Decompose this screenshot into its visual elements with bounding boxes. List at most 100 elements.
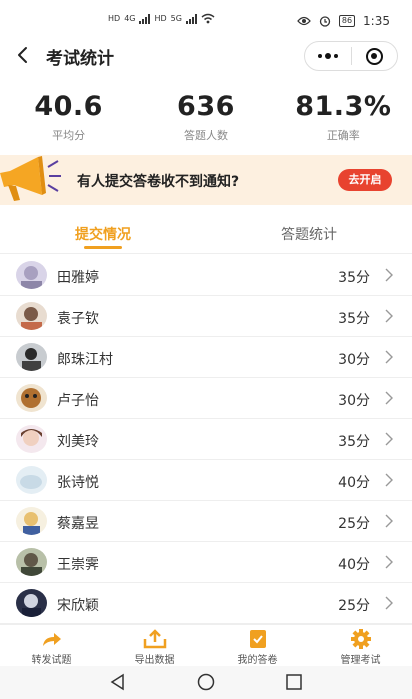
mini-program-capsule: [304, 41, 398, 71]
stat-respondents: 636 答题人数: [137, 90, 274, 146]
list-item[interactable]: 卢子怡 30分: [0, 378, 412, 419]
tab-answer-stats[interactable]: 答题统计: [206, 214, 412, 253]
more-menu-button[interactable]: [305, 53, 351, 59]
avatar: [16, 466, 47, 494]
net2-label: 5G: [170, 14, 182, 23]
recent-apps-square-icon[interactable]: [284, 672, 304, 692]
student-name: 刘美玲: [57, 434, 99, 450]
chevron-right-icon: [385, 391, 393, 405]
avatar: [16, 589, 47, 617]
tab-submissions[interactable]: 提交情况: [0, 214, 206, 253]
close-mini-program-button[interactable]: [352, 47, 398, 65]
stats-summary: 40.6 平均分 636 答题人数 81.3% 正确率: [0, 90, 412, 146]
chevron-right-icon: [385, 596, 393, 610]
gear-icon: [350, 629, 371, 649]
student-name: 张诗悦: [57, 475, 99, 491]
megaphone-icon: [0, 156, 61, 201]
stat-value: 40.6: [34, 91, 103, 122]
toolbar-label: 转发试题: [31, 655, 72, 666]
sim2-label: HD: [154, 14, 167, 23]
manage-exam-button[interactable]: 管理考试: [309, 625, 412, 666]
export-icon: [143, 629, 166, 649]
student-score: 30分: [338, 393, 370, 409]
student-score: 25分: [338, 516, 370, 532]
student-score: 35分: [338, 311, 370, 327]
clock: 1:35: [363, 14, 390, 28]
list-item[interactable]: 蔡嘉昱 25分: [0, 501, 412, 542]
system-navigation-bar: [0, 666, 412, 699]
stat-value: 81.3%: [295, 91, 392, 122]
student-score: 35分: [338, 270, 370, 286]
student-name: 卢子怡: [57, 393, 99, 409]
student-score: 40分: [338, 475, 370, 491]
student-name: 宋欣颖: [57, 598, 99, 614]
toolbar-label: 我的答卷: [237, 655, 278, 666]
back-triangle-icon[interactable]: [108, 672, 128, 692]
submission-list: 田雅婷 35分 袁子钦 35分 郎珠江村 30分 卢子怡 30分 刘美玲 35分…: [0, 255, 412, 624]
net1-label: 4G: [124, 14, 136, 23]
status-right: 86 1:35: [297, 14, 390, 28]
avatar: [16, 343, 47, 371]
share-arrow-icon: [42, 633, 61, 646]
chevron-right-icon: [385, 268, 393, 282]
stat-label: 平均分: [52, 129, 86, 142]
status-bar: HD 4G HD 5G 86 1:35: [0, 0, 412, 40]
alarm-icon: [319, 16, 331, 27]
list-item[interactable]: 刘美玲 35分: [0, 419, 412, 460]
battery-icon: 86: [338, 15, 356, 27]
list-item[interactable]: 郎珠江村 30分: [0, 337, 412, 378]
list-item[interactable]: 田雅婷 35分: [0, 255, 412, 296]
list-item[interactable]: 宋欣颖 25分: [0, 583, 412, 624]
chevron-right-icon: [385, 350, 393, 364]
list-item[interactable]: 袁子钦 35分: [0, 296, 412, 337]
chevron-right-icon: [385, 432, 393, 446]
nav-bar: 考试统计: [0, 38, 412, 74]
stat-value: 636: [177, 91, 235, 122]
stat-accuracy: 81.3% 正确率: [275, 90, 412, 146]
notification-banner[interactable]: 有人提交答卷收不到通知? 去开启: [0, 155, 412, 205]
avatar: [16, 507, 47, 535]
student-name: 田雅婷: [57, 270, 99, 286]
student-name: 袁子钦: [57, 311, 99, 327]
student-name: 郎珠江村: [57, 352, 113, 368]
banner-text: 有人提交答卷收不到通知?: [77, 174, 240, 190]
chevron-right-icon: [385, 309, 393, 323]
signal-icon: [185, 13, 197, 24]
signal-icon: [139, 13, 151, 24]
avatar: [16, 548, 47, 576]
answer-sheet-icon: [249, 630, 266, 648]
student-score: 40分: [338, 557, 370, 573]
my-answers-button[interactable]: 我的答卷: [206, 625, 309, 666]
chevron-right-icon: [385, 473, 393, 487]
tab-bar: 提交情况 答题统计: [0, 214, 412, 254]
eye-icon: [297, 16, 311, 26]
chevron-right-icon: [385, 555, 393, 569]
stat-average-score: 40.6 平均分: [0, 90, 137, 146]
stat-label: 正确率: [326, 129, 360, 142]
wifi-icon: [201, 13, 215, 24]
student-score: 25分: [338, 598, 370, 614]
share-exam-button[interactable]: 转发试题: [0, 625, 103, 666]
student-score: 35分: [338, 434, 370, 450]
toolbar-label: 导出数据: [134, 655, 175, 666]
student-name: 王崇霁: [57, 557, 99, 573]
avatar: [16, 425, 47, 453]
list-item[interactable]: 张诗悦 40分: [0, 460, 412, 501]
target-icon: [365, 47, 383, 65]
avatar: [16, 261, 47, 289]
student-score: 30分: [338, 352, 370, 368]
signal-cluster: HD 4G HD 5G: [108, 13, 215, 24]
back-arrow-icon[interactable]: [14, 44, 34, 66]
toolbar-label: 管理考试: [340, 655, 381, 666]
bottom-toolbar: 转发试题 导出数据 我的答卷 管理考试: [0, 624, 412, 666]
avatar: [16, 302, 47, 330]
avatar: [16, 384, 47, 412]
enable-notification-button[interactable]: 去开启: [338, 169, 392, 191]
student-name: 蔡嘉昱: [57, 516, 99, 532]
stat-label: 答题人数: [183, 129, 228, 142]
home-circle-icon[interactable]: [196, 672, 216, 692]
list-item[interactable]: 王崇霁 40分: [0, 542, 412, 583]
chevron-right-icon: [385, 514, 393, 528]
sim1-label: HD: [108, 14, 121, 23]
export-data-button[interactable]: 导出数据: [103, 625, 206, 666]
